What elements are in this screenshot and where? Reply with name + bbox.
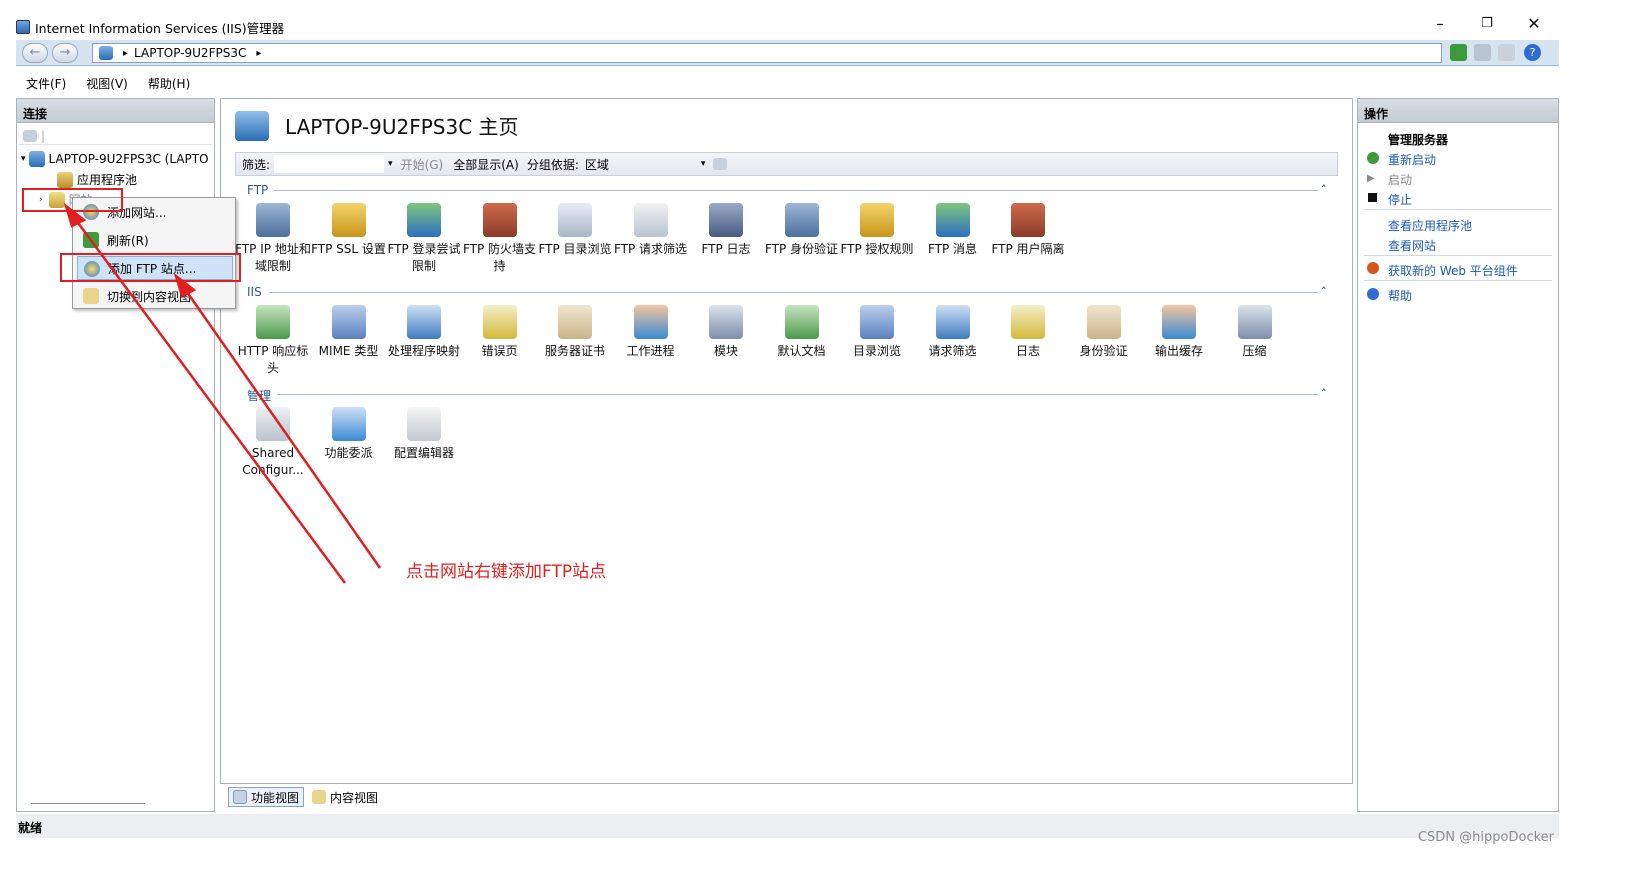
annotation-text: 点击网站右键添加FTP站点	[406, 562, 607, 582]
arrow-head-ftp	[173, 272, 197, 298]
annotation-arrows	[63, 202, 382, 584]
arrow-to-ftp	[178, 281, 382, 569]
arrow-to-sites	[68, 211, 347, 584]
arrow-head-sites	[63, 202, 87, 228]
watermark: CSDN @hippoDocker	[1417, 830, 1554, 845]
iis-manager-window: Internet Information Services (IIS)管理器 –…	[0, 0, 1639, 895]
